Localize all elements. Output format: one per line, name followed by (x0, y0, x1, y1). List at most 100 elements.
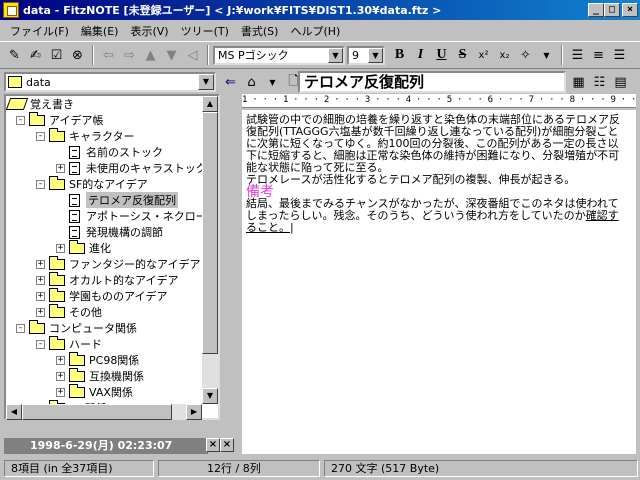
chevron-down-icon[interactable]: ▼ (328, 47, 343, 63)
tree-item[interactable]: + 学園もののアイデア (36, 287, 167, 304)
tree-item[interactable]: + オカルト的なアイデア (36, 271, 178, 288)
scroll-down-icon[interactable]: ▼ (202, 388, 218, 404)
scroll-left-icon[interactable]: ◀ (6, 404, 22, 420)
collapse-icon[interactable]: - (16, 323, 25, 333)
date-close-button[interactable]: × (220, 438, 234, 452)
expand-icon[interactable]: + (36, 291, 45, 301)
collapse-icon[interactable]: - (36, 131, 45, 141)
collapse-icon[interactable]: - (36, 179, 45, 189)
date-display: 1998-6-29(月) 02:23:07 (4, 438, 208, 454)
tag-icon[interactable]: ⌂ (241, 72, 262, 93)
tree-item[interactable]: - SF的なアイデア (36, 175, 148, 192)
tree-item[interactable]: 発現機構の調節 (56, 224, 163, 240)
app-icon[interactable] (3, 2, 19, 18)
tree-item[interactable]: - アイデア帳 (16, 111, 103, 128)
collapse-icon[interactable]: - (36, 339, 45, 349)
close-button[interactable]: × (622, 3, 638, 17)
font-size-select[interactable]: 9 ▼ (347, 45, 385, 65)
expand-icon[interactable]: + (36, 307, 45, 317)
menu-edit[interactable]: 編集(E) (75, 23, 125, 39)
menu-file[interactable]: ファイル(F) (4, 23, 75, 39)
promote-icon[interactable]: ◁ (182, 45, 203, 66)
tree-item[interactable]: + PC98関係 (56, 351, 139, 368)
expand-icon[interactable]: + (56, 355, 65, 365)
menu-tree[interactable]: ツリー(T) (175, 23, 235, 39)
tree-item[interactable]: + 互換機関係 (56, 367, 144, 384)
subscript-icon[interactable]: x₂ (494, 45, 515, 66)
tree-item[interactable]: + VAX関係 (56, 383, 133, 400)
font-name-select[interactable]: MS Pゴシック ▼ (213, 45, 345, 65)
forward-icon[interactable]: ⇨ (119, 45, 140, 66)
tree-horizontal-scrollbar[interactable]: ◀ ▶ (6, 404, 202, 420)
menu-format[interactable]: 書式(S) (235, 23, 285, 39)
chevron-down-icon[interactable]: ▼ (536, 45, 557, 66)
down-icon[interactable]: ▼ (161, 45, 182, 66)
delete-icon[interactable]: ⊗ (67, 45, 88, 66)
chevron-down-icon[interactable]: ▼ (198, 74, 214, 90)
scroll-right-icon[interactable]: ▶ (186, 404, 202, 420)
back-icon[interactable]: ⇦ (98, 45, 119, 66)
folder-icon (69, 351, 85, 366)
properties-icon[interactable]: ☑ (46, 45, 67, 66)
tree-item[interactable]: 名前のストック (56, 144, 163, 160)
expand-icon[interactable]: + (36, 259, 45, 269)
tree-item[interactable]: - ハード (36, 335, 102, 352)
chevron-down-icon[interactable]: ▼ (368, 47, 383, 63)
tree-item[interactable]: テロメア反復配列 (56, 192, 178, 208)
align-right-icon[interactable]: ☰ (609, 45, 630, 66)
note-title-field[interactable]: テロメア反復配列 (298, 71, 566, 93)
chevron-down-icon[interactable]: ▼ (262, 72, 283, 93)
pane-splitter[interactable] (236, 94, 240, 454)
underline-button[interactable]: U (431, 45, 452, 66)
expand-icon[interactable]: + (56, 387, 65, 397)
superscript-icon[interactable]: x² (473, 45, 494, 66)
jump-back-icon[interactable]: ⇐ (220, 72, 241, 93)
tree-item[interactable]: + ファンタジー的なアイデア (36, 255, 200, 272)
align-center-icon[interactable]: ≡ (588, 45, 609, 66)
edit-icon[interactable]: ✍ (25, 45, 46, 66)
tree-item[interactable]: アポトーシス・ネクローシス (56, 208, 220, 224)
status-bar: 8項目 (in 全37項目) 12行 / 8列 270 文字 (517 Byte… (0, 458, 640, 478)
notebook-select[interactable]: data ▼ (4, 72, 216, 92)
bold-button[interactable]: B (389, 45, 410, 66)
status-position: 12行 / 8列 (158, 459, 320, 477)
scroll-thumb[interactable] (202, 112, 218, 354)
note-tree[interactable]: 覚え書き - アイデア帳 - キャラクター 名前のストック + 未使用のキャラストック - SF的… (4, 94, 220, 420)
collapse-icon[interactable]: - (16, 115, 25, 125)
maximize-button[interactable]: □ (604, 3, 620, 17)
tree-item[interactable]: 覚え書き (6, 96, 74, 112)
strikethrough-button[interactable]: S (452, 45, 473, 66)
up-icon[interactable]: ▲ (140, 45, 161, 66)
editor-text: 結局、最後までみるチャンスがなかったが、深夜番組でこのネタは使われてしまったらし… (246, 197, 619, 222)
italic-button[interactable]: I (410, 45, 431, 66)
scroll-thumb[interactable] (22, 404, 172, 420)
tree-item-label: 互換機関係 (89, 370, 144, 383)
expand-icon[interactable]: + (56, 163, 65, 173)
menu-view[interactable]: 表示(V) (124, 23, 174, 39)
expand-icon[interactable]: + (36, 275, 45, 285)
tree-item[interactable]: - コンピュータ関係 (16, 319, 137, 336)
minimize-button[interactable]: _ (588, 3, 604, 17)
tree-icon[interactable]: ☷ (589, 72, 610, 93)
new-note-icon[interactable]: ✎ (4, 45, 25, 66)
tree-item[interactable]: + 進化 (56, 239, 111, 256)
tree-vertical-scrollbar[interactable]: ▲ ▼ (202, 96, 218, 404)
tree-item[interactable]: - キャラクター (36, 127, 135, 144)
tree-item-label: アポトーシス・ネクローシス (86, 210, 220, 223)
scroll-up-icon[interactable]: ▲ (202, 96, 218, 112)
font-name-value: MS Pゴシック (218, 49, 289, 62)
menu-bar: ファイル(F) 編集(E) 表示(V) ツリー(T) 書式(S) ヘルプ(H) (0, 21, 640, 40)
calendar-icon[interactable]: ▦ (568, 72, 589, 93)
date-clear-button[interactable]: × (206, 438, 220, 452)
bookmark-icon[interactable]: ▤ (610, 72, 631, 93)
expand-icon[interactable]: + (56, 243, 65, 253)
align-left-icon[interactable]: ☰ (567, 45, 588, 66)
document-icon (69, 209, 80, 223)
folder-icon (49, 127, 65, 142)
expand-icon[interactable]: + (56, 371, 65, 381)
menu-help[interactable]: ヘルプ(H) (284, 23, 346, 39)
tree-item[interactable]: + その他 (36, 303, 102, 320)
highlight-icon[interactable]: ✧ (515, 45, 536, 66)
tree-item[interactable]: + 未使用のキャラストック (56, 160, 207, 176)
note-editor[interactable]: 試験管の中での細胞の培養を繰り返すと染色体の末端部位にあるテロメア反復配列(TT… (242, 110, 636, 454)
